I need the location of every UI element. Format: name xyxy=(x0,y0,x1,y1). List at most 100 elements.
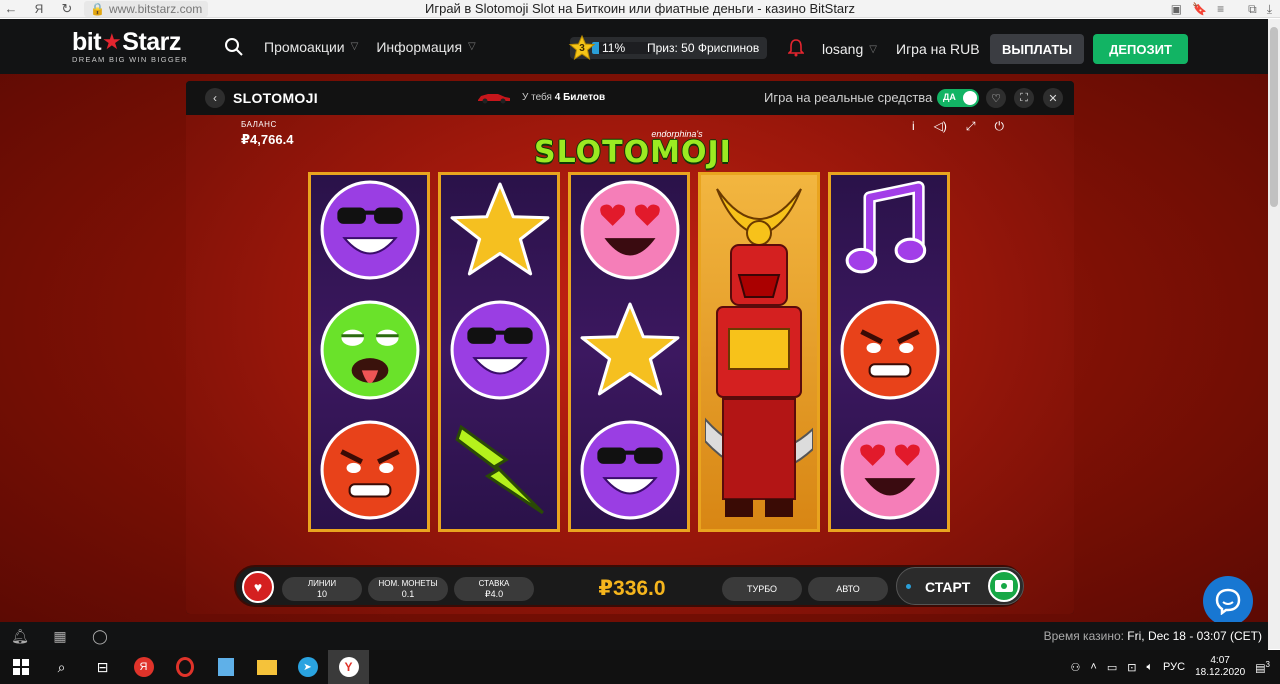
close-icon[interactable]: ✕ xyxy=(1043,88,1063,108)
page-scrollbar[interactable] xyxy=(1268,19,1280,649)
scrollbar-thumb[interactable] xyxy=(1270,27,1278,207)
search-icon[interactable] xyxy=(222,35,246,59)
back-button[interactable]: ‹ xyxy=(205,88,225,108)
opera-icon[interactable] xyxy=(164,650,205,684)
chevron-down-icon: ▽ xyxy=(350,41,359,52)
game-title: SLOTOMOJI xyxy=(233,90,318,106)
notepad-icon[interactable] xyxy=(205,650,246,684)
chevron-up-icon[interactable]: ˄ xyxy=(1090,661,1096,673)
reel-1 xyxy=(308,172,430,532)
game-control-bar: ♥ ЛИНИИ 10 НОМ. МОНЕТЫ 0.1 СТАВКА ₽4.0 ₽… xyxy=(234,565,1024,607)
car-icon xyxy=(478,94,510,104)
bookmark-icon[interactable]: 🔖 xyxy=(1192,2,1207,16)
angry-red-emoji xyxy=(320,420,420,520)
url-text: www.bitstarz.com xyxy=(108,1,203,16)
extensions-icon[interactable]: ⧉ xyxy=(1248,2,1257,17)
casino-time-value: Fri, Dec 18 - 03:07 (CET) xyxy=(1127,629,1262,643)
file-explorer-icon[interactable] xyxy=(246,650,287,684)
chat-icon xyxy=(1215,588,1241,615)
real-money-toggle[interactable]: ДА xyxy=(937,89,979,107)
language-indicator[interactable]: РУС xyxy=(1163,661,1185,673)
angry-red-emoji xyxy=(840,300,940,400)
level-number: 3 xyxy=(579,42,585,54)
star-symbol xyxy=(450,182,550,276)
reel-5 xyxy=(828,172,950,532)
cool-purple-emoji xyxy=(580,420,680,520)
bell-icon[interactable] xyxy=(787,39,805,62)
favorite-heart-icon[interactable]: ♡ xyxy=(986,88,1006,108)
logo-star-icon: ★ xyxy=(102,28,122,54)
fullscreen-icon[interactable]: ⛶ xyxy=(1014,88,1034,108)
search-icon[interactable]: ⌕ xyxy=(41,650,82,684)
level-percent: 11% xyxy=(602,41,626,55)
bitstarz-logo[interactable]: bit ★ Starz DREAM BIG WIN BIGGER xyxy=(72,28,200,64)
payout-button[interactable]: ВЫПЛАТЫ xyxy=(990,34,1084,64)
total-bet: ₽336.0 xyxy=(598,577,666,600)
coin-value: 0.1 xyxy=(401,589,415,599)
lightning-symbol xyxy=(455,424,544,515)
windows-start-icon[interactable] xyxy=(0,650,41,684)
menu-icon[interactable]: ≡ xyxy=(1217,2,1224,16)
balance-value: ₽4,766.4 xyxy=(241,132,294,147)
battery-icon[interactable]: ▭ xyxy=(1107,661,1117,674)
tickets-info: У тебя 4 Билетов xyxy=(476,90,605,104)
network-icon[interactable]: ⊡ xyxy=(1127,661,1136,674)
nav-promotions[interactable]: Промоакции ▽ xyxy=(264,39,358,55)
download-icon[interactable]: ⤓ xyxy=(1267,2,1272,17)
paytable-icon[interactable]: ♥ xyxy=(242,571,274,603)
loading-circle-icon[interactable]: ◯ xyxy=(86,622,114,650)
game-logo: endorphina's SLOTOMOJI xyxy=(534,129,732,170)
volume-icon[interactable]: 🔈︎ xyxy=(1146,661,1153,674)
windows-taskbar: ⌕ ⊟ Я ➤ Y ⚇ ˄ ▭ ⊡ 🔈︎ РУС 4:07 18.12.2020… xyxy=(0,650,1280,684)
nav-information[interactable]: Информация ▽ xyxy=(376,39,475,55)
auto-button[interactable]: АВТО xyxy=(808,577,888,601)
sound-icon[interactable]: ◁) xyxy=(934,119,947,134)
yandex-browser-icon[interactable]: Y xyxy=(328,650,369,684)
coin-label: НОМ. МОНЕТЫ xyxy=(378,579,438,588)
slotomoji-logo: SLOTOMOJI xyxy=(534,135,732,170)
back-arrow-icon[interactable]: ← xyxy=(0,0,22,18)
bet-selector[interactable]: СТАВКА ₽4.0 xyxy=(454,577,534,601)
heart-eyes-pink-emoji xyxy=(840,420,940,520)
notifications-icon[interactable]: ▤3 xyxy=(1255,660,1270,675)
toggle-label: ДА xyxy=(943,92,956,102)
level-progress[interactable]: 3 11% Приз: 50 Фриспинов xyxy=(568,34,767,62)
game-window: ‹ SLOTOMOJI У тебя 4 Билетов Игра на реа… xyxy=(186,81,1074,614)
start-button[interactable]: СТАРТ xyxy=(896,567,1024,605)
lines-selector[interactable]: ЛИНИИ 10 xyxy=(282,577,362,601)
turbo-button[interactable]: ТУРБО xyxy=(722,577,802,601)
currency-selector[interactable]: Игра на RUB xyxy=(896,41,980,57)
chevron-down-icon: ▽ xyxy=(468,41,476,52)
chat-button[interactable] xyxy=(1203,576,1253,626)
task-view-icon[interactable]: ⊟ xyxy=(82,650,123,684)
power-icon[interactable]: ⏻ xyxy=(995,119,1005,134)
clock-date: 18.12.2020 xyxy=(1195,667,1246,678)
reload-icon[interactable]: ↻ xyxy=(56,0,78,18)
people-icon[interactable]: ⚇ xyxy=(1071,661,1081,674)
yandex-button[interactable]: Я xyxy=(28,0,50,18)
user-menu[interactable]: losang ▽ xyxy=(822,41,877,57)
game-canvas[interactable]: БАЛАНС ₽4,766.4 endorphina's SLOTOMOJI i… xyxy=(186,115,1074,614)
yandex-app-icon[interactable]: Я xyxy=(123,650,164,684)
level-star-icon: 3 xyxy=(568,34,596,62)
address-bar[interactable]: 🔒 www.bitstarz.com xyxy=(84,0,209,17)
telegram-icon[interactable]: ➤ xyxy=(287,650,328,684)
calendar-icon[interactable]: ▦ xyxy=(46,622,74,650)
money-icon xyxy=(988,570,1020,602)
cool-purple-emoji xyxy=(320,180,420,280)
system-tray: ⚇ ˄ ▭ ⊡ 🔈︎ РУС 4:07 18.12.2020 ▤3 xyxy=(1071,650,1280,684)
site-footer: 🔔︎ ▦ ◯ Время казино: Fri, Dec 18 - 03:07… xyxy=(0,622,1268,650)
deposit-button[interactable]: ДЕПОЗИТ xyxy=(1093,34,1188,64)
music-note-symbol xyxy=(845,181,927,274)
site-info-icon[interactable]: ▣ xyxy=(1171,2,1182,16)
bell-outline-icon[interactable]: 🔔︎ xyxy=(6,622,34,650)
casino-time-label: Время казино: xyxy=(1043,629,1124,643)
clock[interactable]: 4:07 18.12.2020 xyxy=(1195,655,1245,679)
fullscreen-icon[interactable]: ⤢ xyxy=(966,119,976,134)
nav-information-label: Информация xyxy=(376,38,463,55)
info-icon[interactable]: i xyxy=(912,119,915,134)
browser-toolbar: ← Я ↻ 🔒 www.bitstarz.com Играй в Slotomo… xyxy=(0,0,1280,18)
sick-green-emoji xyxy=(320,300,420,400)
bet-value: ₽4.0 xyxy=(484,589,504,599)
coin-value-selector[interactable]: НОМ. МОНЕТЫ 0.1 xyxy=(368,577,448,601)
